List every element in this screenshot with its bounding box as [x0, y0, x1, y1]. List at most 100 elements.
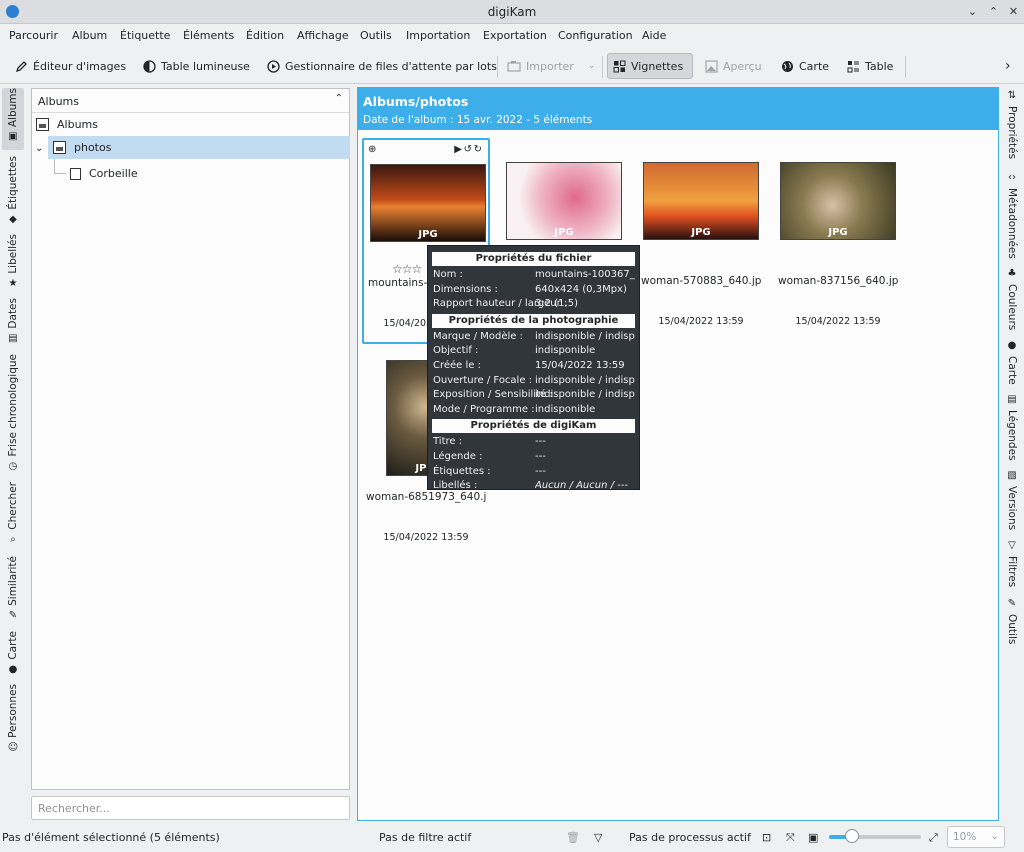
map-view-button[interactable]: Carte	[776, 53, 833, 79]
rotate-right-icon[interactable]: ↻	[474, 144, 482, 155]
tab-colors[interactable]: ♣ Couleurs	[1002, 268, 1022, 330]
menu-configuration[interactable]: Configuration	[558, 29, 633, 42]
tooltip-value: Aucun / Aucun / ---	[535, 480, 628, 492]
tooltip-value: 640x424 (0,3Mpx)	[535, 283, 627, 295]
table-view-label: Table	[865, 59, 894, 73]
tab-similarity[interactable]: Similarité ✎	[2, 556, 24, 624]
thumbnail-image[interactable]: JPG	[370, 164, 486, 242]
menu-parcourir[interactable]: Parcourir	[9, 29, 58, 42]
thumbnail-image[interactable]: JPG	[506, 162, 622, 240]
rotate-left-icon[interactable]: ↺	[464, 144, 472, 155]
tab-tags[interactable]: Étiquettes ◆	[2, 156, 24, 226]
image-editor-button[interactable]: Éditeur d'images	[10, 53, 130, 79]
play-icon[interactable]: ▶	[454, 144, 462, 155]
tab-dates[interactable]: Dates ▤	[2, 298, 24, 346]
tooltip-row: Marque / Modèle : indisponible / indispon…	[432, 330, 635, 345]
preview-view-label: Aperçu	[723, 59, 762, 73]
menu-importation[interactable]: Importation	[406, 29, 470, 42]
maximize-icon[interactable]: ⌃	[985, 3, 1002, 20]
tab-metadata[interactable]: ‹› Métadonnées	[1002, 172, 1022, 259]
zoom-actual-icon[interactable]: ▣	[808, 831, 818, 844]
albums-panel-title: Albums	[38, 95, 79, 108]
thumbnail-image[interactable]: JPG	[643, 162, 759, 240]
menu-album[interactable]: Album	[72, 29, 107, 42]
tab-properties[interactable]: ⇅ Propriétés	[1002, 90, 1022, 159]
thumbnail-image[interactable]: JPG	[780, 162, 896, 240]
tab-versions-label: Versions	[1006, 486, 1018, 531]
thumbnails-view-button[interactable]: Vignettes	[607, 53, 693, 79]
minimize-icon[interactable]: ⌄	[964, 3, 981, 20]
table-view-button[interactable]: Table	[842, 53, 897, 79]
menu-affichage[interactable]: Affichage	[297, 29, 349, 42]
tab-tools-label: Outils	[1006, 614, 1018, 645]
tab-map[interactable]: Carte ●	[2, 631, 24, 677]
thumbnail-overlay-tools: ⊕ ▶ ↺ ↻	[368, 144, 484, 156]
window-title: digiKam	[487, 5, 537, 19]
light-table-button[interactable]: Table lumineuse	[138, 53, 254, 79]
tab-tools[interactable]: ✎ Outils	[1002, 598, 1022, 644]
globe-icon: ●	[8, 663, 18, 675]
main-toolbar: Éditeur d'images Table lumineuse Gestion…	[0, 48, 1024, 84]
zoom-max-icon[interactable]: ⤢	[929, 831, 938, 845]
tab-timeline[interactable]: Frise chronologique ◷	[2, 354, 24, 474]
tooltip-value: 15/04/2022 13:59	[535, 359, 625, 371]
zoom-expand-icon[interactable]: ⤧	[786, 831, 795, 845]
tab-captions[interactable]: ▤ Légendes	[1002, 394, 1022, 461]
file-info-tooltip: Propriétés du fichier Nom : mountains-100…	[427, 245, 640, 491]
albums-panel: Albums ⌃ Albums ⌄ photos Corbeille	[31, 88, 350, 790]
menu-outils[interactable]: Outils	[360, 29, 392, 42]
chevron-up-icon[interactable]: ⌃	[335, 93, 343, 104]
tab-people[interactable]: Personnes ☺	[2, 684, 24, 760]
import-button[interactable]: Importer ⌄	[503, 53, 599, 79]
rating-stars[interactable]: ☆☆☆	[392, 262, 422, 276]
tooltip-row: Exposition / Sensibilité : indisponible /…	[432, 388, 635, 403]
tree-item-label: Corbeille	[89, 167, 138, 180]
expand-chevron-icon[interactable]: ⌄	[35, 143, 43, 154]
toolbar-more-chevron-icon[interactable]: ›	[1001, 53, 1015, 79]
thumbnail-zoom-slider[interactable]	[829, 829, 921, 843]
tooltip-key: Créée le :	[433, 359, 481, 371]
preview-view-button[interactable]: Aperçu	[700, 53, 766, 79]
thumbnail-item[interactable]: JPG woman-570883_640.jpg 15/04/2022 13:5…	[637, 138, 765, 344]
tab-map-right[interactable]: ● Carte	[1002, 340, 1022, 385]
album-search-input[interactable]: Rechercher...	[31, 796, 350, 820]
tooltip-value: 3:2 (1,5)	[535, 298, 578, 310]
tree-item-albums-root[interactable]: Albums	[36, 113, 348, 136]
menu-aide[interactable]: Aide	[642, 29, 666, 42]
chevron-down-icon[interactable]: ⌄	[588, 61, 596, 71]
tab-versions[interactable]: ▧ Versions	[1002, 470, 1022, 530]
globe-icon: ●	[1007, 340, 1017, 351]
album-icon: ▣	[8, 131, 18, 143]
close-icon[interactable]: ✕	[1005, 3, 1022, 20]
right-sidebar-tabs: ⇅ Propriétés ‹› Métadonnées ♣ Couleurs ●…	[1000, 86, 1024, 826]
tab-albums[interactable]: Albums ▣	[2, 88, 24, 150]
selection-status: Pas d'élément sélectionné (5 éléments)	[2, 831, 220, 844]
image-editor-label: Éditeur d'images	[33, 59, 127, 73]
thumbnail-item[interactable]: JPG woman-837156_640.jpg 15/04/2022 13:5…	[774, 138, 902, 344]
clock-icon: ◷	[8, 460, 18, 472]
tree-item-photos[interactable]: photos	[48, 136, 350, 159]
filter-status: Pas de filtre actif	[379, 831, 472, 844]
select-plus-icon[interactable]: ⊕	[368, 144, 376, 155]
menu-etiquette[interactable]: Étiquette	[120, 29, 170, 42]
tooltip-row: Dimensions : 640x424 (0,3Mpx)	[432, 283, 635, 298]
menu-edition[interactable]: Édition	[246, 29, 284, 42]
tab-map-label: Carte	[7, 631, 19, 660]
tab-search[interactable]: Chercher ⌕	[2, 482, 24, 546]
batch-queue-manager-button[interactable]: Gestionnaire de files d'attente par lots	[262, 53, 501, 79]
filter-icon[interactable]: ▽	[594, 831, 602, 844]
tree-item-trash[interactable]: Corbeille	[70, 162, 330, 185]
zoom-fit-icon[interactable]: ⊡	[762, 831, 771, 844]
menu-exportation[interactable]: Exportation	[483, 29, 547, 42]
tab-albums-label: Albums	[7, 88, 19, 128]
tab-filters[interactable]: ▽ Filtres	[1002, 540, 1022, 587]
menu-elements[interactable]: Éléments	[183, 29, 234, 42]
album-icon	[36, 118, 49, 131]
zoom-slider-knob[interactable]	[845, 829, 859, 843]
trash-icon[interactable]: 🗑	[566, 831, 580, 844]
tab-labels[interactable]: Libellés ★	[2, 234, 24, 290]
thumbnail-date: 15/04/2022 13:59	[383, 532, 469, 543]
zoom-value: 10%	[953, 831, 977, 843]
zoom-select[interactable]: 10% ⌄	[947, 826, 1005, 848]
sliders-icon: ⇅	[1007, 90, 1017, 101]
